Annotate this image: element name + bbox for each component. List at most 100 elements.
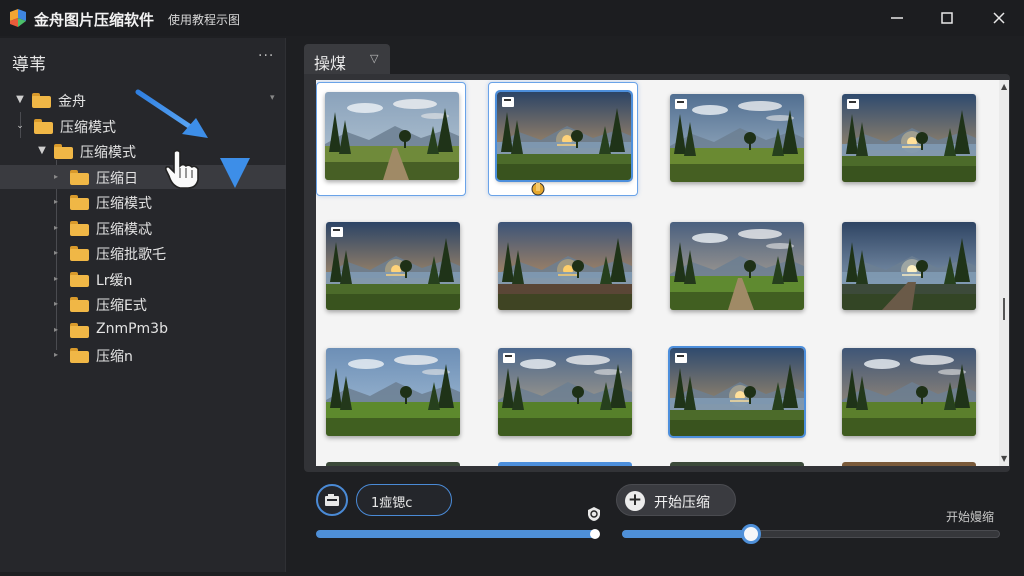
- thumbnail-image: [668, 346, 806, 438]
- scrollbar[interactable]: [999, 80, 1009, 466]
- folder-icon: [70, 169, 89, 185]
- app-title: 金舟图片压缩软件: [34, 11, 155, 29]
- caret-right-icon[interactable]: ▸: [50, 196, 62, 208]
- close-button[interactable]: [984, 6, 1014, 30]
- progress-slider-2-knob[interactable]: [741, 524, 761, 544]
- thumbnail-card[interactable]: [660, 336, 810, 450]
- thumbnail-image: [842, 222, 976, 310]
- sidebar-tree-item[interactable]: ▸ Lr缓n: [0, 267, 286, 291]
- scroll-up-icon[interactable]: ▲: [1001, 82, 1007, 91]
- sidebar-tree-item[interactable]: ▸ ZnmPm3b: [0, 318, 286, 342]
- thumbnail-image: [842, 348, 976, 436]
- tab-header[interactable]: 操煤 ▽: [304, 44, 390, 74]
- start-compress-label: 开始压缩: [654, 495, 710, 511]
- sidebar-header: 導苇 ···: [0, 38, 286, 82]
- maximize-button[interactable]: [932, 6, 962, 30]
- thumbnail-image: [670, 222, 804, 310]
- folder-icon: [70, 271, 89, 287]
- caret-down-icon[interactable]: ▼: [14, 94, 26, 106]
- minimize-button[interactable]: [882, 6, 912, 30]
- sidebar-tree-item[interactable]: ▸ 压缩模忒: [0, 216, 286, 240]
- thumbnail-grid: [316, 80, 1000, 466]
- sidebar-tree-item[interactable]: ▸ 压缩E式: [0, 292, 286, 316]
- minimize-icon: [891, 17, 903, 19]
- progress-slider-2-fill: [622, 530, 751, 538]
- sidebar-tree-item-label: Lr缓n: [96, 272, 133, 289]
- thumbnail-image: [326, 222, 460, 310]
- folder-icon: [70, 195, 89, 210]
- caret-down-icon[interactable]: ⌄: [14, 120, 26, 132]
- sidebar-tree-item-label: ZnmPm3b: [96, 320, 168, 337]
- thumbnail-card[interactable]: [832, 210, 982, 324]
- quality-select[interactable]: 1痖锶c: [356, 484, 452, 516]
- folder-icon: [70, 246, 89, 261]
- thumbnail-image: [326, 348, 460, 436]
- chevron-down-icon[interactable]: ▽: [370, 52, 378, 65]
- thumbnail-card-partial[interactable]: [670, 462, 804, 466]
- hand-cursor-icon: [165, 149, 199, 189]
- close-icon: [993, 12, 1005, 24]
- thumbnail-card[interactable]: [488, 210, 638, 324]
- sidebar-title: 導苇: [12, 55, 46, 75]
- app-logo-icon: [10, 9, 26, 27]
- sidebar-tree-item[interactable]: ▸ 压缩n: [0, 343, 286, 367]
- thumbnail-image: [498, 222, 632, 310]
- thumbnail-card[interactable]: [316, 82, 466, 196]
- thumbnail-card[interactable]: [832, 82, 982, 196]
- sidebar-tree-item-label: 压缩模式: [96, 196, 152, 212]
- progress-slider-1-knob[interactable]: [590, 529, 600, 539]
- caret-right-icon[interactable]: ▸: [50, 222, 62, 234]
- thumbnail-image: [670, 94, 804, 182]
- shield-icon: [588, 507, 600, 521]
- arrow-diagonal: [135, 89, 195, 131]
- folder-icon: [70, 220, 89, 236]
- thumbnail-card[interactable]: [316, 336, 466, 450]
- thumbnail-card[interactable]: [488, 336, 638, 450]
- folder-icon: [70, 348, 89, 363]
- more-icon[interactable]: ···: [258, 48, 274, 64]
- camera-button[interactable]: [316, 484, 348, 516]
- thumbnail-card-partial[interactable]: [498, 462, 632, 466]
- scrollbar-thumb[interactable]: [1003, 298, 1005, 320]
- sidebar-tree-item-label: 金舟: [58, 94, 86, 110]
- quality-label: 1痖锶c: [371, 496, 413, 511]
- caret-right-icon[interactable]: ▸: [50, 171, 62, 183]
- caret-right-icon[interactable]: ▸: [50, 298, 62, 310]
- caret-right-icon[interactable]: ▸: [50, 247, 62, 259]
- caret-right-icon[interactable]: ▸: [50, 324, 62, 336]
- start-compress-button[interactable]: + 开始压缩: [616, 484, 736, 516]
- sidebar-tree-item-label: 压缩模式: [80, 145, 136, 161]
- thumbnail-card[interactable]: [660, 82, 810, 196]
- thumbnail-card[interactable]: [316, 210, 466, 324]
- thumbnail-card[interactable]: [488, 82, 638, 196]
- sidebar-tree-item[interactable]: ▸ 压缩批歌乇: [0, 241, 286, 265]
- folder-icon: [32, 93, 51, 108]
- sidebar-tree-item-label: 压缩模忒: [96, 221, 152, 238]
- thumbnail-card-partial[interactable]: [842, 462, 976, 466]
- image-badge-icon: [675, 353, 687, 363]
- camera-icon: [325, 494, 339, 506]
- image-badge-icon: [847, 99, 859, 109]
- sidebar-tree-item-label: 压缩n: [96, 349, 133, 365]
- thumbnail-card[interactable]: [660, 210, 810, 324]
- sidebar-tree-item-label: 压缩模式: [60, 119, 116, 136]
- caret-down-icon[interactable]: ▼: [36, 145, 48, 157]
- folder-icon: [34, 118, 53, 134]
- thumbnail-card-partial[interactable]: [326, 462, 460, 466]
- tab-label: 操煤: [314, 54, 347, 73]
- image-badge-icon: [331, 227, 343, 237]
- caret-right-icon[interactable]: ▸: [50, 349, 62, 361]
- thumbnail-image: [842, 94, 976, 182]
- folder-icon: [70, 297, 89, 312]
- thumbnail-image: [495, 90, 633, 182]
- image-badge-icon: [502, 97, 514, 107]
- image-badge-icon: [503, 353, 515, 363]
- app-subtitle: 使用教程示图: [168, 13, 241, 27]
- progress-slider-1[interactable]: [316, 530, 598, 538]
- thumbnail-card[interactable]: [832, 336, 982, 450]
- sidebar-tree-item-label: 压缩E式: [96, 298, 147, 314]
- folder-icon: [70, 322, 89, 338]
- thumbnail-image: [498, 348, 632, 436]
- scroll-down-icon[interactable]: ▼: [1001, 454, 1007, 463]
- caret-right-icon[interactable]: ▸: [50, 273, 62, 285]
